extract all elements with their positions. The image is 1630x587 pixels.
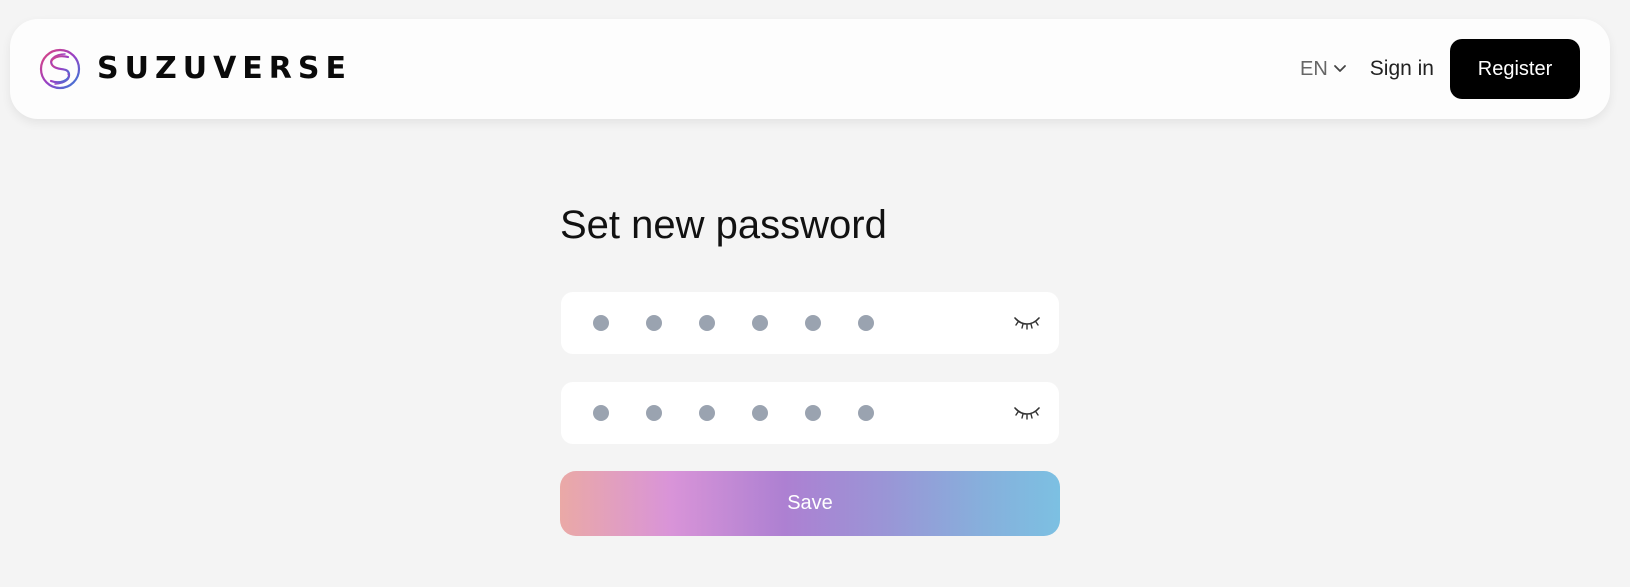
eye-closed-icon[interactable] (1013, 314, 1041, 334)
sign-in-link[interactable]: Sign in (1370, 57, 1434, 81)
top-navbar: SUZUVERSE EN Sign in Register (10, 19, 1610, 119)
mask-dot (593, 315, 609, 331)
mask-dot (593, 405, 609, 421)
set-password-form: Set new password Save (560, 200, 1060, 536)
language-selector[interactable]: EN (1300, 58, 1348, 81)
mask-dot (646, 405, 662, 421)
language-label: EN (1299, 57, 1328, 80)
mask-dot (752, 405, 768, 421)
brand[interactable]: SUZUVERSE (39, 48, 352, 90)
mask-dot (805, 405, 821, 421)
chevron-down-icon (1333, 65, 1346, 72)
confirm-password-field[interactable] (561, 382, 1059, 444)
password-mask (593, 315, 874, 331)
mask-dot (752, 315, 768, 331)
mask-dot (699, 405, 715, 421)
new-password-field[interactable] (561, 292, 1059, 354)
password-mask (593, 405, 874, 421)
page-title: Set new password (560, 203, 887, 247)
mask-dot (646, 315, 662, 331)
header-nav: EN Sign in Register (1300, 39, 1580, 99)
save-button[interactable]: Save (560, 471, 1060, 536)
brand-name: SUZUVERSE (97, 51, 352, 86)
eye-closed-icon[interactable] (1013, 404, 1041, 424)
mask-dot (858, 405, 874, 421)
mask-dot (805, 315, 821, 331)
mask-dot (858, 315, 874, 331)
suzuverse-logo-icon (39, 48, 81, 90)
mask-dot (699, 315, 715, 331)
register-button[interactable]: Register (1450, 39, 1580, 99)
